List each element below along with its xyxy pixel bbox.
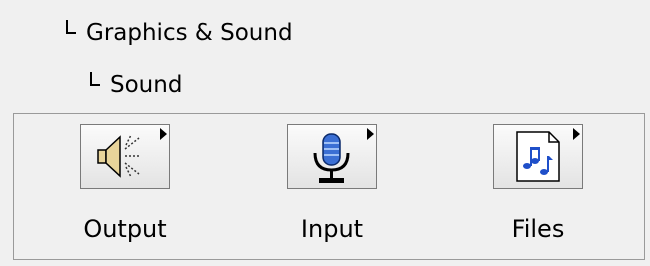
- tree-item-label: Sound: [110, 72, 183, 98]
- submenu-arrow-icon: [573, 128, 580, 140]
- tree-elbow-icon: [66, 20, 76, 34]
- submenu-arrow-icon: [160, 128, 167, 140]
- output-button[interactable]: [80, 124, 170, 189]
- function-palette: Output Input Files: [13, 113, 645, 260]
- tool-label: Input: [300, 215, 364, 243]
- palette-item-files[interactable]: Files: [493, 114, 643, 261]
- microphone-icon: [313, 133, 350, 183]
- tree-item-sound[interactable]: Sound: [90, 70, 182, 100]
- speaker-icon: [97, 134, 141, 178]
- music-file-icon: [516, 131, 560, 182]
- input-button[interactable]: [287, 124, 377, 189]
- palette-item-output[interactable]: Output: [80, 114, 230, 261]
- tool-label: Output: [83, 215, 167, 243]
- tree-elbow-icon: [90, 72, 100, 86]
- tree-item-graphics-sound[interactable]: Graphics & Sound: [66, 18, 293, 48]
- submenu-arrow-icon: [367, 128, 374, 140]
- palette-item-input[interactable]: Input: [287, 114, 437, 261]
- tree-item-label: Graphics & Sound: [86, 20, 293, 46]
- files-button[interactable]: [493, 124, 583, 189]
- tool-label: Files: [511, 215, 565, 243]
